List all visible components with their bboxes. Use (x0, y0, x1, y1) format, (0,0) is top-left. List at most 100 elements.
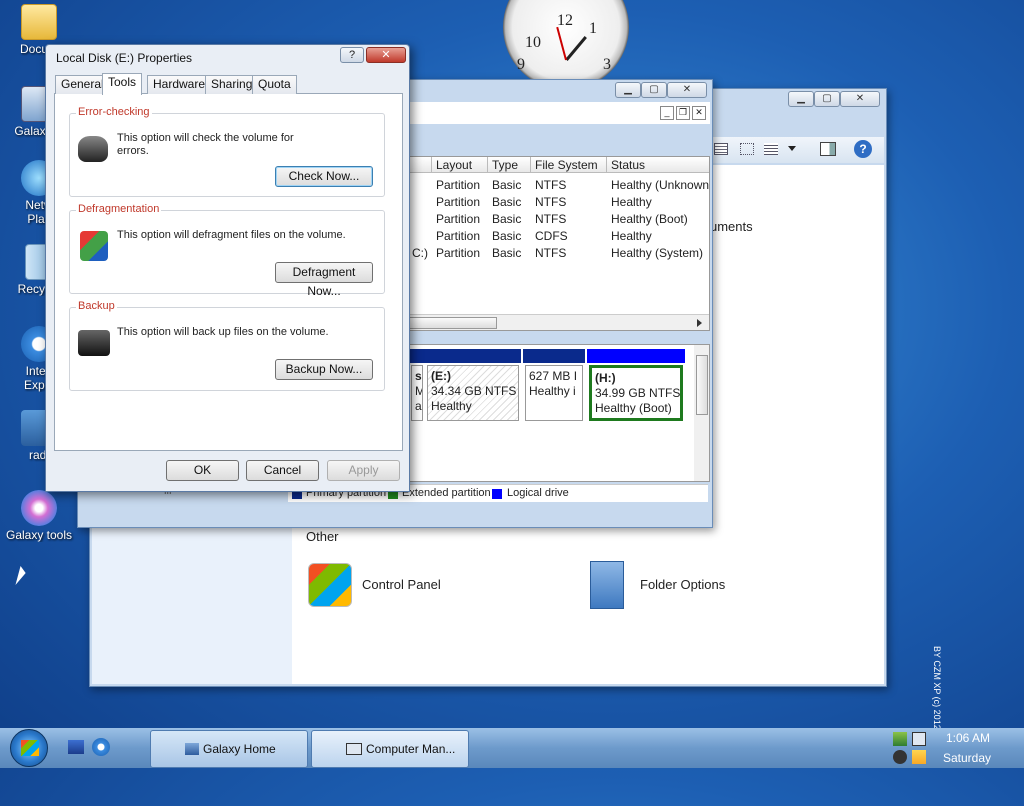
dialog-close-button[interactable]: ✕ (366, 47, 406, 63)
check-now-button[interactable]: Check Now... (275, 166, 373, 187)
table-cell-fs: NTFS (535, 178, 567, 192)
start-button[interactable] (10, 729, 48, 767)
maximize-button[interactable]: ▢ (641, 82, 667, 98)
volume-block[interactable]: (H:) 34.99 GB NTFS Healthy (Boot) (587, 349, 685, 423)
table-cell-status: Healthy (611, 195, 652, 209)
maximize-button[interactable]: ▢ (814, 91, 840, 107)
column-header-status[interactable]: Status (607, 157, 709, 173)
taskbar-button-label: Galaxy Home (203, 742, 276, 756)
disk-graphical-view[interactable]: sMa(E:)34.34 GB NTFSHealthy627 MB IHealt… (408, 344, 710, 482)
watermark: BY CZM XP (c) 2012 - 2013 (932, 646, 942, 758)
backup-now-button[interactable]: Backup Now... (275, 359, 373, 380)
volume-block[interactable]: 627 MB I Healthy i (523, 349, 585, 423)
volume-text: (H:) (595, 371, 616, 385)
folder-icon (21, 4, 57, 40)
cancel-button[interactable]: Cancel (246, 460, 319, 481)
scrollbar-thumb[interactable] (696, 355, 708, 415)
table-cell-name (412, 228, 432, 245)
backup-group: Backup This option will back up files on… (69, 300, 385, 391)
volume-body: (H:) 34.99 GB NTFS Healthy (Boot) (589, 365, 683, 421)
clock-number: 12 (557, 12, 573, 29)
table-cell-name: C:) (412, 246, 428, 260)
folder-options-icon (590, 561, 624, 609)
taskbar-button-computer-management[interactable]: Computer Man... (311, 730, 469, 768)
tab-tools[interactable]: Tools (102, 73, 143, 95)
computer-management-icon (346, 743, 362, 755)
inner-close-button[interactable]: ✕ (692, 106, 706, 120)
horizontal-scrollbar[interactable] (409, 314, 709, 330)
tray-network-icon[interactable] (893, 732, 907, 746)
legend-extended-label: Extended partition (402, 487, 491, 499)
table-cell-type: Basic (492, 246, 522, 260)
view-tiles-icon[interactable] (740, 143, 754, 155)
volume-text: s (415, 369, 422, 383)
volume-block[interactable]: (E:) 34.34 GB NTFS Healthy (425, 349, 521, 423)
view-details-icon[interactable] (714, 143, 728, 155)
view-list-icon[interactable] (764, 143, 778, 155)
scroll-right-arrow-icon[interactable] (697, 319, 702, 327)
ok-button[interactable]: OK (166, 460, 239, 481)
documents-partial-label: uments (710, 219, 753, 234)
tray-volume-icon[interactable] (893, 750, 907, 764)
clock-gadget[interactable]: 12 10 1 9 3 (503, 0, 629, 90)
quicklaunch-galaxy-icon[interactable] (68, 740, 84, 754)
inner-restore-button[interactable]: ❐ (676, 106, 690, 120)
help-button[interactable]: ? (340, 47, 364, 63)
control-panel-item[interactable]: Control Panel (308, 563, 508, 609)
taskbar-button-galaxy-home[interactable]: Galaxy Home (150, 730, 308, 768)
column-header-layout[interactable]: Layout (432, 157, 488, 173)
volume-list[interactable]: Layout Type File System Status Partition… (408, 156, 710, 331)
clock-number: 3 (603, 56, 611, 73)
minimize-button[interactable]: ▁ (788, 91, 814, 107)
tab-sharing[interactable]: Sharing (205, 75, 259, 94)
volume-bar (425, 349, 521, 363)
column-header-file-system[interactable]: File System (531, 157, 607, 173)
tray-action-center-icon[interactable] (912, 750, 926, 764)
volume-text: Healthy (431, 399, 472, 413)
volume-bar (523, 349, 585, 363)
folder-options-item[interactable]: Folder Options (590, 561, 790, 609)
clock-second-hand (556, 26, 567, 61)
error-checking-group: Error-checking This option will check th… (69, 106, 385, 197)
tab-hardware[interactable]: Hardware (147, 75, 212, 94)
clock-day[interactable]: Saturday (943, 751, 991, 765)
column-header-name[interactable] (409, 157, 432, 173)
group-title: Error-checking (76, 106, 152, 118)
windows-logo-icon (21, 740, 39, 756)
quicklaunch-ie-icon[interactable] (92, 738, 110, 756)
defragment-now-button[interactable]: Defragment Now... (275, 262, 373, 298)
table-cell-type: Basic (492, 229, 522, 243)
defragmentation-group: Defragmentation This option will defragm… (69, 203, 385, 298)
scrollbar-thumb[interactable] (409, 317, 497, 329)
volume-text: Healthy i (529, 384, 576, 398)
table-cell-layout: Partition (436, 178, 481, 192)
chevron-down-icon[interactable] (788, 146, 796, 151)
volume-text: M (415, 384, 422, 399)
inner-caption-bar: _ ❐ ✕ (408, 102, 710, 124)
clock-hour-hand (565, 36, 587, 61)
legend-logical-label: Logical drive (507, 487, 569, 499)
volume-block[interactable]: sMa (409, 349, 425, 423)
apply-button[interactable]: Apply (327, 460, 400, 481)
close-button[interactable]: ✕ (840, 91, 880, 107)
clock-time[interactable]: 1:06 AM (946, 731, 990, 745)
volume-text: Healthy (Boot) (595, 401, 672, 415)
volume-bar (587, 349, 685, 363)
volume-text: 34.34 GB NTFS (431, 384, 517, 398)
volume-bar (409, 349, 425, 363)
vertical-scrollbar[interactable] (694, 345, 709, 481)
table-cell-status: Healthy (611, 229, 652, 243)
tab-quota[interactable]: Quota (252, 75, 297, 94)
minimize-button[interactable]: ▁ (615, 82, 641, 98)
help-icon[interactable]: ? (854, 140, 872, 158)
table-cell-status: Healthy (Unknown (611, 178, 710, 192)
dialog-title: Local Disk (E:) Properties (56, 51, 193, 65)
inner-minimize-button[interactable]: _ (660, 106, 674, 120)
tray-display-icon[interactable] (912, 732, 926, 746)
group-description: This option will back up files on the vo… (117, 326, 329, 338)
preview-pane-icon[interactable] (820, 142, 836, 156)
column-header-type[interactable]: Type (488, 157, 531, 173)
desktop-icon-galaxy-tools[interactable]: Galaxy tools (0, 490, 78, 542)
close-button[interactable]: ✕ (667, 82, 707, 98)
table-cell-status: Healthy (Boot) (611, 212, 688, 226)
